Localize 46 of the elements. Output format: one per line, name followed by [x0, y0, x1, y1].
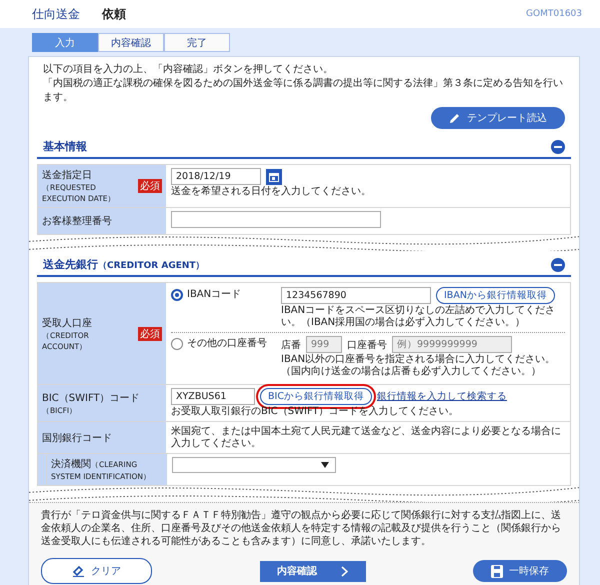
option-label: その他の口座番号 [187, 336, 267, 350]
radio-button[interactable] [171, 289, 183, 301]
pencil-icon [449, 112, 461, 124]
section-title: 基本情報 [43, 139, 87, 154]
account-field[interactable]: 例）9999999999 [392, 336, 512, 353]
collapse-icon[interactable] [551, 140, 565, 154]
step-indicator: 入力 [32, 33, 98, 52]
page-title: 仕向送金 [32, 6, 80, 22]
confirm-button[interactable]: 内容確認 [260, 560, 366, 582]
bank-search-link[interactable]: 銀行情報を入力して検索する [376, 390, 507, 403]
radio-button[interactable] [171, 338, 183, 350]
hint-text: 送金を希望される日付を入力してください。 [171, 186, 372, 198]
step-indicator: 内容確認 [98, 33, 164, 52]
input-field[interactable] [171, 211, 381, 228]
option-label: IBANコード [187, 288, 242, 301]
field-label: 国別銀行コード [42, 432, 112, 444]
hint-text: IBAN以外の口座番号を指定される場合に入力してください。（国内向け送金の場合は店番も必ず入力してください。） [281, 354, 556, 378]
required-badge: 必須 [138, 179, 162, 193]
calendar-icon[interactable] [266, 168, 282, 184]
instruction-text: 「内国税の適正な課税の確保を図るための国外送金等に係る調書の提出等に関する法律」第３条に定める告知を行います。 [43, 77, 564, 105]
chevron-right-icon [341, 566, 348, 576]
instruction-text: 以下の項目を入力の上、「内容確認」ボタンを押してください。 [43, 63, 334, 77]
hint-text: 米国宛て、または中国本土宛て人民元建て送金など、送金内容により必要となる場合に入力してください。 [171, 426, 562, 450]
required-badge: 必須 [138, 326, 162, 340]
field-label: 口座番号 [347, 338, 387, 352]
dropdown-caret-icon [321, 462, 329, 468]
template-load-button[interactable]: テンプレート読込 [431, 107, 565, 129]
field-label: 店番 [281, 338, 301, 352]
consent-text: 貴行が「テロ資金供与に関するＦＡＴＦ特別勧告」遵守の観点から必要に応じて関係銀行に対する支払指図上に、送金依頼人の企業名、住所、口座番号及びその他送金依頼人を特定する情報の記載及び提供を行うこと（関係銀行から送金受取人にも伝達される可能性があることも含みます）に同意し、承諾いたします。 [41, 509, 562, 548]
eraser-icon [72, 565, 85, 577]
branch-field[interactable]: 999 [306, 336, 342, 353]
screen-id: GOMT01603 [526, 9, 582, 19]
clear-button[interactable]: クリア [41, 558, 152, 584]
collapse-icon[interactable] [551, 258, 565, 272]
iban-field[interactable]: 1234567890 [281, 287, 431, 304]
date-field[interactable]: 2018/12/19 [171, 168, 261, 185]
section-title: 送金先銀行（CREDITOR AGENT） [43, 257, 205, 272]
field-label: お客様整理番号 [42, 216, 112, 227]
page-subtitle: 依頼 [102, 6, 126, 22]
iban-lookup-button[interactable]: IBANから銀行情報取得 [436, 287, 555, 304]
hint-text: お受取人取引銀行のBIC（SWIFT）コードを入力してください。 [171, 406, 460, 418]
hint-text: IBANコードをスペース区切りなしの左詰めで入力してください。（IBAN採用国の場合は必ず入力してください。） [281, 305, 556, 329]
step-indicator: 完了 [164, 33, 230, 52]
save-button[interactable]: 一時保存 [473, 560, 567, 582]
bic-field[interactable]: XYZBUS61 [171, 388, 255, 405]
save-icon [491, 564, 503, 578]
